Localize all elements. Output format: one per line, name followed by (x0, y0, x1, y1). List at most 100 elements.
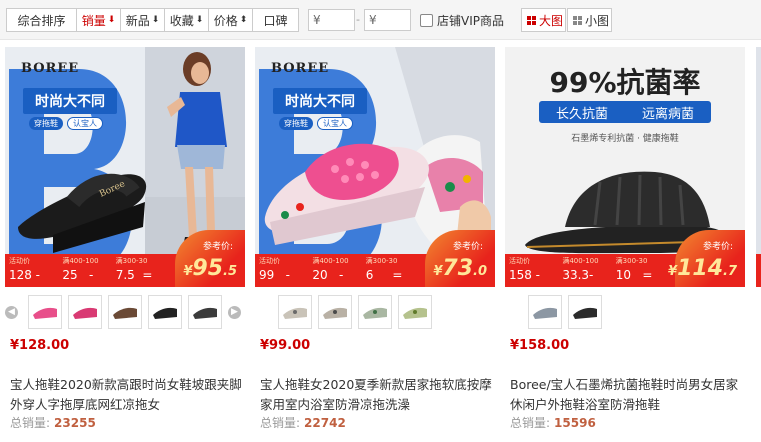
feature-band: 长久抗菌 远离病菌 (539, 101, 711, 123)
promo-values: 158 - 33.3 - 10 = (509, 268, 669, 282)
headline: 99%抗菌率 (549, 66, 701, 99)
color-thumbnail[interactable] (358, 295, 392, 329)
slipper-photo (264, 47, 495, 254)
promo-values: 128 - 25 - 7.5 = (9, 268, 169, 282)
sort-label: 销量 (81, 13, 106, 28)
promo-label: 活动价 (9, 257, 30, 265)
product-price: ¥158.00 (510, 338, 570, 353)
next-arrow-icon[interactable]: ▶ (228, 305, 241, 319)
price-max-field[interactable]: ¥ (364, 9, 411, 31)
prev-arrow-icon[interactable]: ◀ (5, 305, 18, 319)
vip-checkbox[interactable] (420, 14, 433, 27)
color-thumbnail[interactable] (148, 295, 182, 329)
vip-label: 店铺VIP商品 (437, 14, 504, 28)
currency-symbol: ¥ (369, 13, 377, 27)
promo-banner: 活动价 满400-100 满300-30 99 - 20 - 6 = 参考价: … (255, 230, 495, 287)
color-thumbnail[interactable] (398, 295, 432, 329)
color-thumbnail[interactable] (528, 295, 562, 329)
color-thumbnail[interactable] (188, 295, 222, 329)
sales-count: 总销量: 22742 (260, 416, 346, 430)
price-max-input[interactable] (378, 13, 409, 27)
sort-new-button[interactable]: 新品 ⬇ (120, 8, 165, 32)
price-min-field[interactable]: ¥ (308, 9, 355, 31)
reference-price: ¥73.0 (433, 256, 487, 281)
product-price: ¥128.00 (10, 338, 70, 353)
shoe-photo: Boree (18, 173, 147, 253)
promo-value: 33.3 (562, 268, 590, 282)
promo-labels: 活动价 满400-100 满300-30 (9, 256, 169, 266)
subline: 石墨烯专利抗菌 · 健康拖鞋 (571, 134, 679, 144)
promo-value: = (142, 268, 153, 282)
product-title-link[interactable]: 宝人拖鞋2020新款高跟时尚女鞋坡跟夹脚外穿人字拖厚底网红凉拖女 (10, 375, 245, 415)
sort-updown-icon: ⬍ (239, 15, 248, 25)
sort-reputation-button[interactable]: 口碑 (252, 8, 299, 32)
product-image[interactable]: 99%抗菌率 长久抗菌 远离病菌 石墨烯专利抗菌 · 健康拖鞋 活动价 满400… (505, 47, 745, 287)
color-thumbnail[interactable] (318, 295, 352, 329)
sort-label: 收藏 (169, 13, 194, 28)
product-image[interactable]: BOREE 时尚大不同 穿拖鞋 认宝人 活动价 满400-100 满300-30 (255, 47, 495, 287)
promo-value: 7.5 (115, 268, 135, 282)
tag-pill: 穿拖鞋 (29, 117, 63, 130)
promo-label: 满400-100 (562, 257, 599, 265)
promo-value: 99 (259, 268, 275, 282)
next-product-peek (756, 47, 761, 287)
promo-value: 158 (509, 268, 532, 282)
sort-label: 综合排序 (17, 13, 66, 28)
view-small-button[interactable]: 小图 (567, 8, 612, 32)
promo-label: 满400-100 (312, 257, 349, 265)
sort-price-button[interactable]: 价格 ⬍ (208, 8, 253, 32)
thumbnail-strip: ◀ ▶ (5, 295, 245, 329)
product-image[interactable]: BOREE 时尚大不同 穿拖鞋 认宝人 Boree 活动价 满400-100 满… (5, 47, 245, 287)
promo-labels: 活动价 满400-100 满300-30 (259, 256, 419, 266)
promo-labels: 活动价 满400-100 满300-30 (509, 256, 669, 266)
promo-value: - (285, 268, 291, 282)
color-thumbnail[interactable] (568, 295, 602, 329)
tagline-banner: 时尚大不同 (23, 88, 117, 114)
product-title-link[interactable]: Boree/宝人石墨烯抗菌拖鞋时尚男女居家休闲户外拖鞋浴室防滑拖鞋 (510, 375, 745, 415)
promo-value: 6 (365, 268, 374, 282)
promo-value: 128 (9, 268, 32, 282)
promo-value: 10 (615, 268, 631, 282)
vip-filter[interactable]: 店铺VIP商品 (420, 12, 504, 29)
sort-down-icon: ⬇ (107, 15, 116, 25)
promo-value: - (89, 268, 94, 282)
tag-pills: 穿拖鞋 认宝人 (29, 117, 103, 130)
promo-label: 满300-30 (365, 257, 398, 265)
promo-value: = (392, 268, 403, 282)
brand-logo: BOREE (21, 61, 80, 76)
color-thumbnail[interactable] (68, 295, 102, 329)
small-view-icon (573, 15, 582, 25)
tag-pill: 认宝人 (67, 117, 103, 130)
thumbnail-strip (505, 295, 745, 329)
promo-value: 20 (312, 268, 328, 282)
currency-symbol: ¥ (313, 13, 321, 27)
product-title-link[interactable]: 宝人拖鞋女2020夏季新款居家拖软底按摩家用室内浴室防滑凉拖洗澡 (260, 375, 495, 415)
view-large-label: 大图 (539, 13, 564, 28)
promo-value: = (642, 268, 653, 282)
grid-view-icon (527, 15, 536, 25)
view-large-button[interactable]: 大图 (521, 8, 566, 32)
sort-sales-button[interactable]: 销量 ⬇ (76, 8, 121, 32)
sort-favorites-button[interactable]: 收藏 ⬇ (164, 8, 209, 32)
color-thumbnail[interactable] (278, 295, 312, 329)
sales-count: 总销量: 23255 (10, 416, 96, 430)
filter-toolbar: 综合排序 销量 ⬇ 新品 ⬇ 收藏 ⬇ 价格 ⬍ 口碑 ¥ - ¥ 店铺VIP商品 大图 (0, 0, 761, 40)
color-thumbnail[interactable] (108, 295, 142, 329)
view-small-label: 小图 (585, 13, 610, 28)
promo-value: - (589, 268, 594, 282)
price-min-input[interactable] (322, 13, 353, 27)
sort-down-icon: ⬇ (151, 15, 160, 25)
product-price: ¥99.00 (260, 338, 311, 353)
reference-price-label: 参考价: (452, 242, 483, 252)
feature-text: 长久抗菌 (555, 106, 608, 122)
promo-banner: 活动价 满400-100 满300-30 158 - 33.3 - 10 = 参… (505, 230, 745, 287)
promo-value: 25 (62, 268, 78, 282)
promo-label: 满400-100 (62, 257, 99, 265)
sort-label: 新品 (125, 13, 150, 28)
color-thumbnail[interactable] (28, 295, 62, 329)
reference-price-label: 参考价: (202, 242, 233, 252)
sort-down-icon: ⬇ (195, 15, 204, 25)
promo-label: 满300-30 (115, 257, 148, 265)
sort-group: 综合排序 销量 ⬇ 新品 ⬇ 收藏 ⬇ 价格 ⬍ 口碑 (6, 8, 299, 32)
sort-comprehensive-button[interactable]: 综合排序 (6, 8, 77, 32)
